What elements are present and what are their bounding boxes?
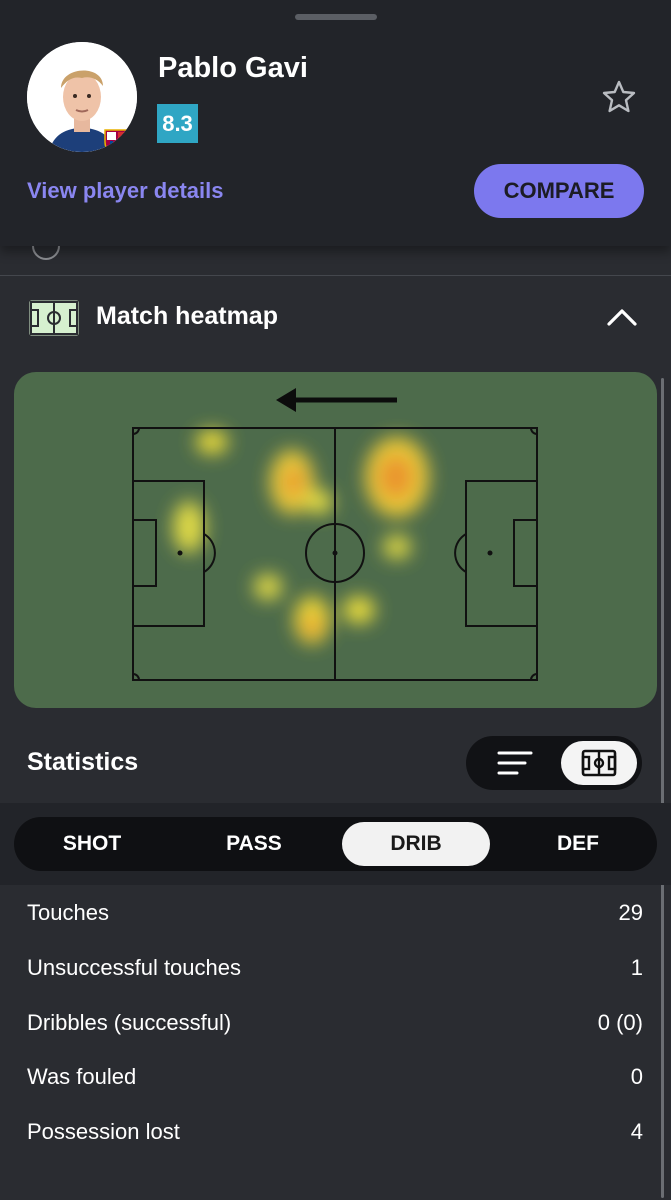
list-icon xyxy=(497,751,533,775)
stat-label: Unsuccessful touches xyxy=(27,955,241,980)
pitch-view-button[interactable] xyxy=(561,741,637,785)
favorite-button[interactable] xyxy=(600,78,638,116)
heatmap-header[interactable]: Match heatmap xyxy=(0,288,671,350)
scrollbar[interactable] xyxy=(661,378,664,1198)
heatmap-pitch xyxy=(14,372,657,708)
view-player-details-link[interactable]: View player details xyxy=(27,178,223,204)
stat-value: 29 xyxy=(618,900,643,925)
heat-spots xyxy=(173,430,429,644)
stat-label: Dribbles (successful) xyxy=(27,1010,232,1035)
stats-view-toggle xyxy=(466,736,642,790)
pitch-heatmap-svg xyxy=(132,388,538,681)
player-header: Pablo Gavi 8.3 View player details COMPA… xyxy=(0,0,671,246)
player-photo xyxy=(27,42,137,152)
field-icon xyxy=(27,298,81,338)
stat-value: 0 xyxy=(630,1064,643,1089)
club-crest-icon xyxy=(104,129,130,152)
stats-tab-bar: SHOT PASS DRIB DEF xyxy=(14,817,657,871)
tab-pass[interactable]: PASS xyxy=(180,822,328,866)
player-name: Pablo Gavi xyxy=(158,52,308,84)
stat-row-unsuccessful-touches: Unsuccessful touches 1 xyxy=(27,948,643,988)
stats-tabs-band: SHOT PASS DRIB DEF xyxy=(0,803,671,885)
arrow-left-icon xyxy=(276,388,397,412)
tab-def[interactable]: DEF xyxy=(504,822,652,866)
heatmap-title: Match heatmap xyxy=(96,302,278,330)
stat-value: 1 xyxy=(630,955,643,980)
stat-label: Possession lost xyxy=(27,1119,180,1144)
avatar xyxy=(27,42,137,152)
tab-drib[interactable]: DRIB xyxy=(342,822,490,866)
rating-badge: 8.3 xyxy=(157,104,198,143)
compare-button[interactable]: COMPARE xyxy=(474,164,644,218)
stat-value: 0 (0) xyxy=(597,1010,643,1035)
drag-handle[interactable] xyxy=(295,14,377,20)
stat-label: Touches xyxy=(27,900,109,925)
list-view-button[interactable] xyxy=(476,741,554,785)
stat-row-touches: Touches 29 xyxy=(27,893,643,933)
pitch-icon xyxy=(581,749,617,777)
chevron-up-icon[interactable] xyxy=(604,304,640,330)
stat-row-dribbles: Dribbles (successful) 0 (0) xyxy=(27,1003,643,1043)
star-icon xyxy=(602,80,636,113)
stat-row-possession-lost: Possession lost 4 xyxy=(27,1112,643,1152)
stat-value: 4 xyxy=(630,1119,643,1144)
hidden-row-peek xyxy=(0,246,671,276)
statistics-title: Statistics xyxy=(27,748,139,776)
peek-icon xyxy=(32,246,60,260)
tab-shot[interactable]: SHOT xyxy=(18,822,166,866)
stat-label: Was fouled xyxy=(27,1064,137,1089)
stat-row-was-fouled: Was fouled 0 xyxy=(27,1057,643,1097)
